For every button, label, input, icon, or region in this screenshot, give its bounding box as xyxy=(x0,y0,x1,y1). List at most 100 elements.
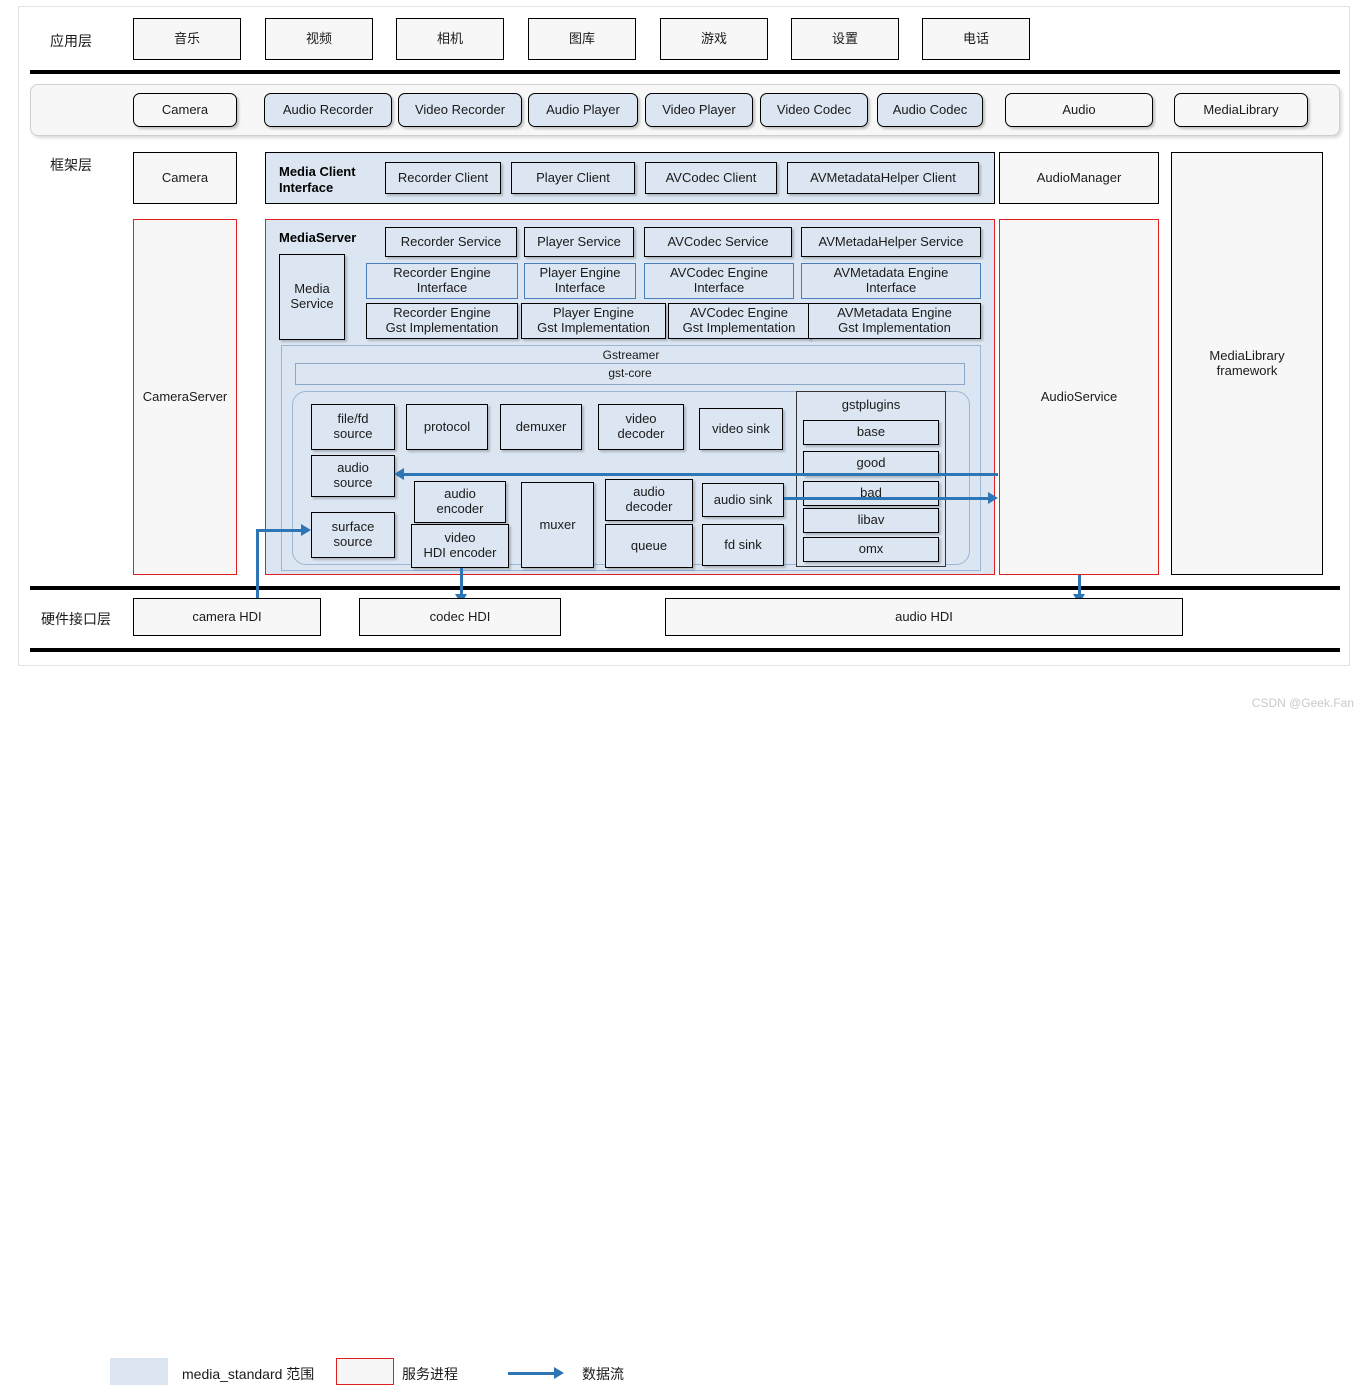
legend-label-service-process: 服务进程 xyxy=(402,1366,458,1382)
media-service-box[interactable]: Media Service xyxy=(279,254,345,340)
audio-service-box[interactable]: AudioService xyxy=(999,219,1159,575)
gst-video-decoder-box[interactable]: video decoder xyxy=(598,404,684,450)
gst-muxer-box[interactable]: muxer xyxy=(521,482,594,568)
box-label-line-1: surface xyxy=(331,519,375,535)
recorder-engine-interface-box[interactable]: Recorder Engine Interface xyxy=(366,263,518,299)
box-label: base xyxy=(856,424,886,440)
box-label: gst-core xyxy=(608,366,652,381)
legend-arrow-head xyxy=(554,1367,564,1379)
gst-video-hdi-encoder-box[interactable]: video HDI encoder xyxy=(411,524,509,568)
box-label: codec HDI xyxy=(429,608,491,624)
interface-item-video-codec[interactable]: Video Codec xyxy=(760,93,868,127)
box-label-line-2: Interface xyxy=(416,280,468,295)
gst-protocol-box[interactable]: protocol xyxy=(406,404,488,450)
box-label: AVMetadataHelper Client xyxy=(810,169,956,185)
dataflow-arrowhead-right xyxy=(301,524,311,536)
app-item-label: 图库 xyxy=(568,30,595,46)
interface-item-label: Video Recorder xyxy=(414,101,506,117)
box-label-line-2: Interface xyxy=(865,280,917,295)
legend: media_standard 范围 服务进程 数据流 xyxy=(0,672,1368,1385)
gst-fd-sink-box[interactable]: fd sink xyxy=(702,524,784,566)
gst-demuxer-box[interactable]: demuxer xyxy=(500,404,582,450)
avcodec-engine-gst-impl-box[interactable]: AVCodec Engine Gst Implementation xyxy=(668,303,810,339)
gst-audio-decoder-box[interactable]: audio decoder xyxy=(605,479,693,521)
hardware-audio-hdi-box[interactable]: audio HDI xyxy=(665,598,1183,636)
interface-item-video-player[interactable]: Video Player xyxy=(645,93,753,127)
dataflow-audio-sink-to-audioservice xyxy=(784,497,988,500)
app-item-settings[interactable]: 设置 xyxy=(791,18,899,60)
interface-item-medialibrary[interactable]: MediaLibrary xyxy=(1174,93,1308,127)
box-label: audio sink xyxy=(713,491,773,507)
gst-video-sink-box[interactable]: video sink xyxy=(699,408,783,450)
interface-item-audio[interactable]: Audio xyxy=(1005,93,1153,127)
app-item-camera[interactable]: 相机 xyxy=(396,18,504,60)
recorder-service-box[interactable]: Recorder Service xyxy=(385,227,517,257)
hardware-codec-hdi-box[interactable]: codec HDI xyxy=(359,598,561,636)
box-label-line-2: HDI encoder xyxy=(423,545,497,560)
player-engine-gst-impl-box[interactable]: Player Engine Gst Implementation xyxy=(521,303,666,339)
box-label-line-2: source xyxy=(333,534,373,549)
gst-queue-box[interactable]: queue xyxy=(605,524,693,568)
player-engine-interface-box[interactable]: Player Engine Interface xyxy=(524,263,636,299)
box-label: AudioService xyxy=(1040,388,1118,404)
app-item-label: 相机 xyxy=(436,30,463,46)
box-label-line-1: Media xyxy=(294,281,330,297)
audio-manager-box[interactable]: AudioManager xyxy=(999,152,1159,204)
box-label-line-2: Service xyxy=(290,296,334,311)
gstplugin-base-box[interactable]: base xyxy=(803,420,939,445)
gstplugins-title: gstplugins xyxy=(841,397,901,412)
box-label-line-1: AVCodec Engine xyxy=(689,305,789,321)
box-label-line-2: source xyxy=(333,475,373,490)
interface-item-video-recorder[interactable]: Video Recorder xyxy=(398,93,522,127)
framework-camera-box[interactable]: Camera xyxy=(133,152,237,204)
gst-file-fd-source-box[interactable]: file/fd source xyxy=(311,404,395,450)
app-item-music[interactable]: 音乐 xyxy=(133,18,241,60)
avcodec-engine-interface-box[interactable]: AVCodec Engine Interface xyxy=(644,263,794,299)
hardware-camera-hdi-box[interactable]: camera HDI xyxy=(133,598,321,636)
gstplugin-libav-box[interactable]: libav xyxy=(803,508,939,533)
app-item-video[interactable]: 视频 xyxy=(265,18,373,60)
app-item-games[interactable]: 游戏 xyxy=(660,18,768,60)
box-label: Player Service xyxy=(537,233,621,249)
medialibrary-framework-box[interactable]: MediaLibrary framework xyxy=(1171,152,1323,575)
player-service-box[interactable]: Player Service xyxy=(524,227,634,257)
dataflow-audioservice-to-audio-hdi xyxy=(1078,575,1081,596)
box-label-line-1: Player Engine xyxy=(539,265,621,281)
player-client-box[interactable]: Player Client xyxy=(511,162,635,194)
box-label-line-1: Recorder Engine xyxy=(393,305,491,321)
divider-framework-hardware xyxy=(30,586,1340,590)
app-item-phone[interactable]: 电话 xyxy=(922,18,1030,60)
camera-server-box[interactable]: CameraServer xyxy=(133,219,237,575)
interface-item-audio-player[interactable]: Audio Player xyxy=(528,93,638,127)
framework-camera-label: Camera xyxy=(161,169,209,185)
box-label-line-2: decoder xyxy=(625,499,673,514)
avmetadata-engine-gst-impl-box[interactable]: AVMetadata Engine Gst Implementation xyxy=(808,303,981,339)
interface-item-audio-codec[interactable]: Audio Codec xyxy=(877,93,983,127)
gst-core-box[interactable]: gst-core xyxy=(295,363,965,385)
interface-item-label: Video Codec xyxy=(776,101,852,117)
legend-arrow-line xyxy=(508,1372,554,1375)
interface-item-label: Audio Player xyxy=(546,101,620,117)
recorder-client-box[interactable]: Recorder Client xyxy=(385,162,501,194)
app-item-gallery[interactable]: 图库 xyxy=(528,18,636,60)
avcodec-client-box[interactable]: AVCodec Client xyxy=(645,162,777,194)
gst-audio-sink-box[interactable]: audio sink xyxy=(702,483,784,517)
avmetadata-engine-interface-box[interactable]: AVMetadata Engine Interface xyxy=(801,263,981,299)
interface-item-audio-recorder[interactable]: Audio Recorder xyxy=(264,93,392,127)
avmetadahelper-service-box[interactable]: AVMetadaHelper Service xyxy=(801,227,981,257)
interface-item-label: MediaLibrary xyxy=(1203,101,1279,117)
interface-item-label: Audio Recorder xyxy=(282,101,374,117)
interface-item-camera[interactable]: Camera xyxy=(133,93,237,127)
gstplugin-omx-box[interactable]: omx xyxy=(803,537,939,562)
avcodec-service-box[interactable]: AVCodec Service xyxy=(644,227,792,257)
gstplugin-bad-box[interactable]: bad xyxy=(803,481,939,506)
gst-audio-encoder-box[interactable]: audio encoder xyxy=(414,481,506,523)
box-label-line-2: Gst Implementation xyxy=(537,320,650,335)
gst-surface-source-box[interactable]: surface source xyxy=(311,512,395,558)
box-label-line-2: Interface xyxy=(554,280,606,295)
gst-audio-source-box[interactable]: audio source xyxy=(311,455,395,497)
box-label-line-1: video xyxy=(444,530,476,546)
avmetadatahelper-client-box[interactable]: AVMetadataHelper Client xyxy=(787,162,979,194)
recorder-engine-gst-impl-box[interactable]: Recorder Engine Gst Implementation xyxy=(366,303,518,339)
box-label: video sink xyxy=(712,420,770,436)
